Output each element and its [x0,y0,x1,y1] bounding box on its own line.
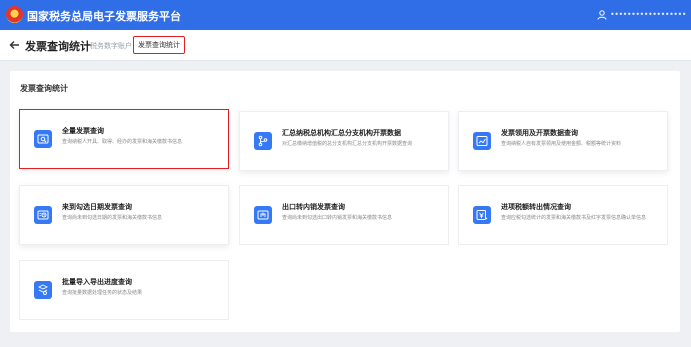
user-name[interactable]: •••••••••••••••••• [610,10,686,19]
card-description: 查询应税勾选统计的发票和海关缴款书及红字发票信息确认单信息 [501,215,647,221]
panel-title: 发票查询统计 [20,84,68,93]
card-title: 全量发票查询 [62,127,104,135]
tax-transfer-icon [473,206,491,224]
page-header: 发票查询统计 税务数字账户 发票查询统计 [0,30,691,61]
card-title: 来到勾选日期发票查询 [62,203,132,211]
breadcrumb-tax-account[interactable]: 税务数字账户 [90,41,132,51]
tax-emblem-icon [6,6,23,23]
card-description: 查询批量数据处理任务的状态及结果 [62,290,143,296]
app-header: 国家税务总局电子发票服务平台 •••••••••••••••••• [0,0,691,30]
app-title: 国家税务总局电子发票服务平台 [27,10,181,23]
card-pending-check-date[interactable]: 来到勾选日期发票查询 查询尚未到勾选日期的发票和海关缴款书信息 [19,185,229,245]
invoice-search-icon [34,130,52,148]
invoice-query-panel: 发票查询统计 全量发票查询 查询纳税人开具、取得、经办的发票和海关缴款书信息 汇… [10,71,680,332]
branch-tree-icon [254,132,272,150]
card-full-invoice-query[interactable]: 全量发票查询 查询纳税人开具、取得、经办的发票和海关缴款书信息 [19,109,229,169]
card-title: 出口转内销发票查询 [282,203,345,211]
breadcrumb-invoice-stats[interactable]: 发票查询统计 [133,36,185,54]
card-description: 对汇总缴纳增值税的总分支机构汇总分支机构开票数据查询 [282,141,413,147]
batch-progress-icon [34,281,52,299]
user-icon[interactable] [597,10,607,20]
card-description: 查询纳税人自有发票领用及使用金额、税额等统计资料 [501,141,622,147]
page-title: 发票查询统计 [25,40,91,53]
card-branch-summary[interactable]: 汇总纳税总机构汇总分支机构开票数据 对汇总缴纳增值税的总分支机构汇总分支机构开票… [239,111,449,171]
card-title: 批量导入导出进度查询 [62,278,132,286]
card-title: 汇总纳税总机构汇总分支机构开票数据 [282,129,401,137]
card-input-tax-transfer[interactable]: 进项税额转出情况查询 查询应税勾选统计的发票和海关缴款书及红字发票信息确认单信息 [458,185,668,245]
export-domestic-icon [254,206,272,224]
card-invoice-usage[interactable]: 发票领用及开票数据查询 查询纳税人自有发票领用及使用金额、税额等统计资料 [458,111,668,171]
card-title: 进项税额转出情况查询 [501,203,571,211]
card-description: 查询尚未到勾选日期的发票和海关缴款书信息 [62,215,163,221]
card-export-to-domestic[interactable]: 出口转内销发票查询 查询尚未到勾选出口转内销发票和海关缴款书信息 [239,185,449,245]
card-batch-progress[interactable]: 批量导入导出进度查询 查询批量数据处理任务的状态及结果 [19,260,229,320]
card-description: 查询纳税人开具、取得、经办的发票和海关缴款书信息 [62,139,183,145]
card-description: 查询尚未到勾选出口转内销发票和海关缴款书信息 [282,215,393,221]
trend-chart-icon [473,132,491,150]
back-arrow-icon[interactable] [9,40,20,50]
card-title: 发票领用及开票数据查询 [501,129,578,137]
calendar-invoice-icon [34,206,52,224]
